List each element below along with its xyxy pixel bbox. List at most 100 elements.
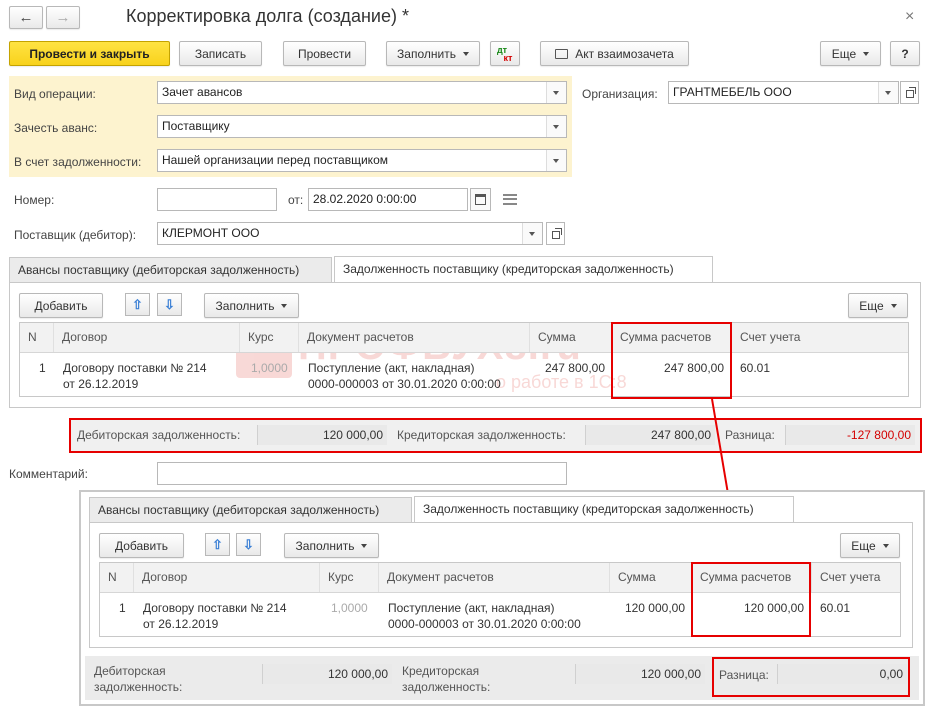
col-account: Счет учета bbox=[740, 330, 801, 344]
fill-menu-button[interactable]: Заполнить bbox=[386, 41, 480, 66]
inset-cell-n: 1 bbox=[119, 601, 126, 615]
offset-select[interactable]: Поставщику bbox=[157, 115, 567, 138]
supplier-value: КЛЕРМОНТ ООО bbox=[162, 226, 260, 240]
act-offset-button[interactable]: Акт взаимозачета bbox=[540, 41, 689, 66]
inset-move-down-button[interactable]: ⇩ bbox=[236, 533, 261, 556]
tab-advances[interactable]: Авансы поставщику (дебиторская задолженн… bbox=[9, 257, 332, 283]
inset-debit-label-2: задолженность: bbox=[94, 680, 183, 694]
inset-col-account: Счет учета bbox=[820, 570, 881, 584]
cell-contract-2: от 26.12.2019 bbox=[63, 377, 139, 391]
move-down-button[interactable]: ⇩ bbox=[157, 293, 182, 316]
comment-input[interactable] bbox=[157, 462, 567, 485]
cell-account: 60.01 bbox=[740, 361, 771, 375]
inset-cell-doc-2: 0000-000003 от 30.01.2020 0:00:00 bbox=[388, 617, 581, 631]
help-button[interactable]: ? bbox=[890, 41, 920, 66]
back-button[interactable]: ← bbox=[9, 6, 43, 29]
inset-credit-label-2: задолженность: bbox=[402, 680, 491, 694]
inset-cell-contract-2: от 26.12.2019 bbox=[143, 617, 219, 631]
table-fill-label: Заполнить bbox=[215, 298, 275, 313]
save-button[interactable]: Записать bbox=[179, 41, 262, 66]
inset-move-up-button[interactable]: ⇧ bbox=[205, 533, 230, 556]
offset-value: Поставщику bbox=[162, 119, 230, 133]
inset-credit-value: 120 000,00 bbox=[575, 664, 705, 684]
add-row-button[interactable]: Добавить bbox=[19, 293, 103, 318]
move-up-button[interactable]: ⇧ bbox=[125, 293, 150, 316]
calendar-icon bbox=[475, 194, 486, 205]
chevron-down-icon[interactable] bbox=[546, 116, 566, 137]
chevron-down-icon[interactable] bbox=[546, 150, 566, 171]
tab-debt[interactable]: Задолженность поставщику (кредиторская з… bbox=[334, 256, 713, 284]
number-input[interactable] bbox=[157, 188, 277, 211]
org-label: Организация: bbox=[582, 87, 658, 101]
inset-tab-advances[interactable]: Авансы поставщику (дебиторская задолженн… bbox=[89, 497, 412, 523]
inset-col-document: Документ расчетов bbox=[379, 563, 610, 592]
inset-table-fill-button[interactable]: Заполнить bbox=[284, 533, 379, 558]
highlight-settlement-top bbox=[611, 322, 732, 399]
col-document: Документ расчетов bbox=[299, 323, 530, 352]
highlight-totals-top bbox=[69, 418, 922, 453]
inset-add-row-button[interactable]: Добавить bbox=[99, 533, 184, 558]
comment-label: Комментарий: bbox=[9, 467, 88, 481]
arrow-up-icon: ⇧ bbox=[212, 536, 223, 552]
operation-select[interactable]: Зачет авансов bbox=[157, 81, 567, 104]
col-contract: Договор bbox=[54, 323, 240, 352]
post-and-close-button[interactable]: Провести и закрыть bbox=[9, 41, 170, 66]
operation-label: Вид операции: bbox=[14, 87, 96, 101]
cell-contract-1: Договору поставки № 214 bbox=[63, 361, 207, 375]
more-menu-button[interactable]: Еще bbox=[820, 41, 881, 66]
chevron-down-icon[interactable] bbox=[522, 223, 542, 244]
col-rate: Курс bbox=[240, 323, 299, 352]
highlight-settlement-bottom bbox=[691, 562, 811, 637]
fill-label: Заполнить bbox=[397, 46, 456, 61]
list-icon[interactable] bbox=[503, 194, 517, 205]
date-input[interactable]: 28.02.2020 0:00:00 bbox=[308, 188, 468, 211]
org-select[interactable]: ГРАНТМЕБЕЛЬ ООО bbox=[668, 81, 899, 104]
calendar-button[interactable] bbox=[470, 188, 491, 211]
inset-col-amount: Сумма bbox=[610, 563, 692, 592]
dt-kt-button[interactable]: дт кт bbox=[490, 41, 520, 66]
org-value: ГРАНТМЕБЕЛЬ ООО bbox=[673, 85, 792, 99]
org-open-button[interactable] bbox=[900, 81, 919, 104]
inset-table-fill-label: Заполнить bbox=[295, 538, 355, 553]
arrow-down-icon: ⇩ bbox=[164, 296, 175, 312]
window-title: Корректировка долга (создание) * bbox=[126, 6, 409, 26]
number-label: Номер: bbox=[14, 193, 55, 207]
inset-debit-value: 120 000,00 bbox=[262, 664, 392, 684]
highlight-diff-bottom bbox=[712, 657, 910, 697]
post-button[interactable]: Провести bbox=[283, 41, 366, 66]
offset-label: Зачесть аванс: bbox=[14, 121, 98, 135]
table-more-label: Еще bbox=[859, 298, 884, 313]
left-arrow-icon: ← bbox=[18, 9, 34, 26]
arrow-down-icon: ⇩ bbox=[243, 536, 254, 552]
printer-icon bbox=[555, 48, 569, 59]
cell-rate: 1,0000 bbox=[251, 361, 288, 375]
debt-value: Нашей организации перед поставщиком bbox=[162, 153, 388, 167]
supplier-open-button[interactable] bbox=[546, 222, 565, 245]
grid-header: N Договор Курс Документ расчетов Сумма С… bbox=[20, 323, 908, 353]
cell-amount: 247 800,00 bbox=[544, 361, 605, 375]
act-label: Акт взаимозачета bbox=[575, 46, 674, 61]
inset-credit-label-1: Кредиторская bbox=[402, 664, 480, 678]
close-icon[interactable]: × bbox=[905, 8, 914, 26]
debt-select[interactable]: Нашей организации перед поставщиком bbox=[157, 149, 567, 172]
more-label: Еще bbox=[831, 46, 857, 61]
inset-cell-account: 60.01 bbox=[820, 601, 851, 615]
inset-tab-debt[interactable]: Задолженность поставщику (кредиторская з… bbox=[414, 496, 794, 524]
forward-button[interactable]: → bbox=[46, 6, 80, 29]
inset-col-n: N bbox=[100, 563, 134, 592]
inset-col-rate: Курс bbox=[320, 563, 379, 592]
chevron-down-icon[interactable] bbox=[546, 82, 566, 103]
table-fill-button[interactable]: Заполнить bbox=[204, 293, 299, 318]
table-more-button[interactable]: Еще bbox=[848, 293, 908, 318]
chevron-down-icon[interactable] bbox=[878, 82, 898, 103]
settlement-grid[interactable]: N Договор Курс Документ расчетов Сумма С… bbox=[19, 322, 909, 397]
table-row[interactable]: 1 Договору поставки № 214 от 26.12.2019 … bbox=[20, 353, 908, 396]
inset-cell-doc-1: Поступление (акт, накладная) bbox=[388, 601, 555, 615]
supplier-select[interactable]: КЛЕРМОНТ ООО bbox=[157, 222, 543, 245]
inset-cell-contract-1: Договору поставки № 214 bbox=[143, 601, 287, 615]
inset-cell-amount: 120 000,00 bbox=[624, 601, 685, 615]
kt-label: кт bbox=[503, 52, 513, 63]
operation-value: Зачет авансов bbox=[162, 85, 243, 99]
inset-cell-rate: 1,0000 bbox=[331, 601, 368, 615]
inset-table-more-button[interactable]: Еще bbox=[840, 533, 900, 558]
